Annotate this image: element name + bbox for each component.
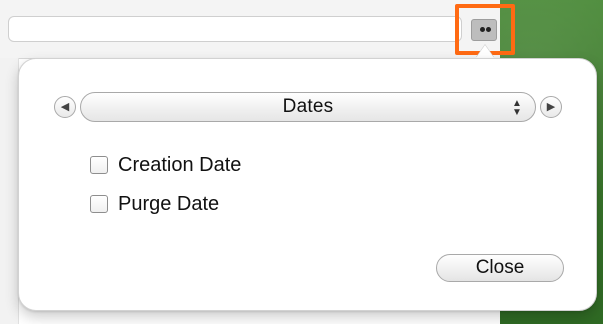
chevron-left-icon: ◀ [60,100,70,113]
dates-dropdown[interactable]: Dates ▲ ▼ [80,92,536,122]
background-toolbar [0,0,500,59]
dot-icon [486,27,491,32]
creation-date-label: Creation Date [118,153,242,176]
previous-button[interactable]: ◀ [54,96,76,118]
background-sidebar [0,58,19,324]
dot-icon [480,27,485,32]
updown-chevron-icon: ▲ ▼ [512,98,522,118]
close-button-label: Close [475,257,525,278]
next-button[interactable]: ▶ [540,96,562,118]
purge-date-checkbox[interactable] [90,195,108,213]
background-search-field [8,16,462,42]
dates-selector-bar: ◀ Dates ▲ ▼ ▶ [54,92,562,122]
dates-dropdown-value: Dates [282,96,334,117]
chevron-right-icon: ▶ [546,100,556,113]
creation-date-checkbox[interactable] [90,156,108,174]
purge-date-label: Purge Date [118,192,220,215]
creation-date-option[interactable]: Creation Date [90,153,241,177]
view-options-icon[interactable] [471,19,497,41]
popover-arrow [476,45,494,58]
close-button[interactable]: Close [436,254,564,282]
purge-date-option[interactable]: Purge Date [90,192,219,216]
